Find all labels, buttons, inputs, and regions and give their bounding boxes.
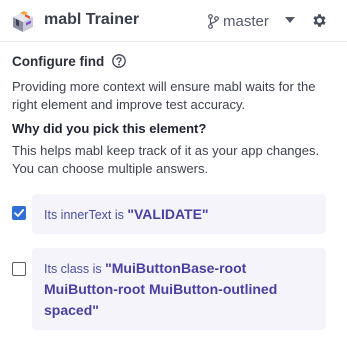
git-branch-icon	[208, 13, 219, 29]
question-text: Why did you pick this element?	[12, 121, 207, 136]
help-circle-icon[interactable]	[112, 54, 127, 68]
app-title: mabl Trainer	[44, 11, 140, 28]
option-value: "VALIDATE"	[127, 206, 209, 222]
section-description: Providing more context will ensure mabl …	[12, 79, 316, 112]
inner-text-option-card[interactable]: Its innerText is "VALIDATE"	[32, 194, 326, 234]
gear-icon[interactable]	[311, 12, 328, 29]
app-header: mabl Trainer master	[0, 0, 347, 42]
option-inner-text: Its innerText is "VALIDATE"	[0, 194, 347, 234]
branch-name: master	[223, 12, 269, 30]
mabl-logo-icon	[13, 11, 33, 32]
checkmark-icon	[14, 209, 25, 217]
class-option-card[interactable]: Its class is "MuiButtonBase-root MuiButt…	[32, 248, 326, 330]
branch-selector[interactable]: master	[208, 11, 269, 31]
option-prefix: Its class is	[44, 262, 106, 276]
class-checkbox[interactable]	[12, 262, 26, 276]
option-prefix: Its innerText is	[44, 208, 128, 222]
chevron-down-icon[interactable]	[285, 17, 295, 24]
section-title: Configure find	[12, 53, 105, 69]
option-class: Its class is "MuiButtonBase-root MuiButt…	[0, 248, 347, 330]
configure-find-heading: Configure find	[12, 52, 127, 70]
inner-text-checkbox[interactable]	[12, 206, 26, 220]
hint-text: This helps mabl keep track of it as your…	[12, 143, 320, 176]
